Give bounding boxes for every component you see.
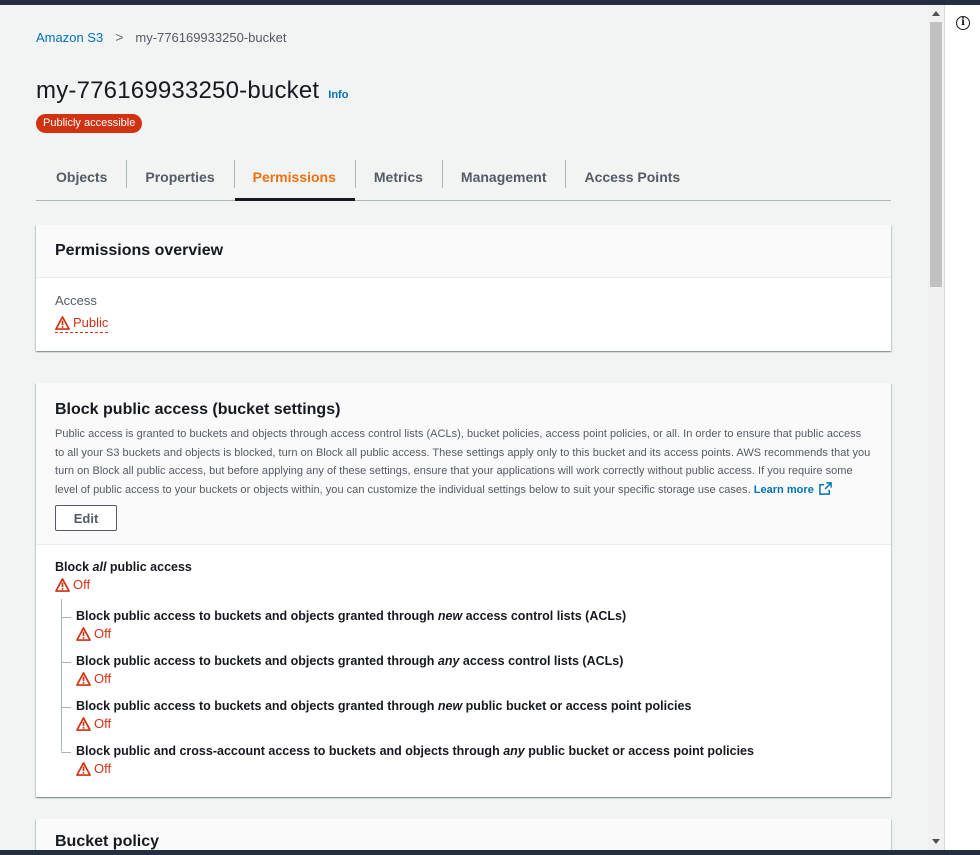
block-public-access-description: Public access is granted to buckets and … — [55, 425, 872, 499]
setting-title: Block public access to buckets and objec… — [76, 699, 691, 713]
setting-new-policies: Block public access to buckets and objec… — [61, 699, 691, 731]
setting-title-em: new — [437, 699, 463, 713]
block-all-title-em: all — [92, 560, 107, 574]
setting-new-acls: Block public access to buckets and objec… — [61, 609, 626, 641]
info-link[interactable]: Info — [328, 89, 348, 101]
status-indicator: Off — [76, 716, 691, 731]
bucket-policy-header: Bucket policy — [36, 819, 891, 850]
setting-title-post: public bucket or access point policies — [524, 744, 754, 758]
setting-title-em: any — [437, 654, 460, 668]
tab-metrics[interactable]: Metrics — [354, 153, 442, 200]
external-link-icon[interactable] — [819, 481, 832, 495]
permissions-overview-title: Permissions overview — [55, 242, 224, 259]
status-indicator: Off — [76, 671, 623, 686]
breadcrumb-current: my-776169933250-bucket — [135, 29, 287, 45]
status-indicator: Off — [55, 577, 192, 592]
setting-title-post: public bucket or access point policies — [462, 699, 692, 713]
access-label: Access — [55, 293, 97, 308]
help-panel-rail: i — [944, 5, 980, 850]
breadcrumb-amazon-s3[interactable]: Amazon S3 — [36, 30, 103, 45]
status-text: Off — [94, 626, 112, 641]
setting-title-post: access control lists (ACLs) — [459, 654, 624, 668]
block-public-access-card: Block public access (bucket settings) Pu… — [36, 383, 891, 797]
warning-triangle-icon — [76, 671, 91, 686]
status-indicator: Off — [76, 626, 626, 641]
tab-properties[interactable]: Properties — [126, 153, 233, 200]
setting-title-pre: Block public and cross-account access to… — [76, 744, 504, 758]
warning-triangle-icon — [55, 315, 70, 330]
access-public-link[interactable]: Public — [55, 315, 109, 333]
edit-button[interactable]: Edit — [55, 505, 117, 531]
block-all-public-access-setting: Block all public access Off — [55, 560, 192, 592]
permissions-overview-header: Permissions overview — [36, 225, 891, 278]
setting-title: Block public and cross-account access to… — [76, 744, 754, 758]
tab-access-points[interactable]: Access Points — [565, 153, 699, 200]
bucket-policy-card: Bucket policy — [36, 819, 891, 850]
tab-bar: Objects Properties Permissions Metrics M… — [36, 153, 891, 201]
publicly-accessible-badge: Publicly accessible — [36, 114, 143, 133]
breadcrumb: Amazon S3 > my-776169933250-bucket — [36, 29, 286, 45]
setting-title-post: access control lists (ACLs) — [462, 609, 627, 623]
page-title: my-776169933250-bucket — [36, 77, 320, 104]
tab-management[interactable]: Management — [441, 153, 566, 200]
access-value: Public — [73, 315, 109, 330]
setting-any-acls: Block public access to buckets and objec… — [61, 654, 623, 686]
tab-objects[interactable]: Objects — [36, 153, 126, 200]
browser-viewport: Amazon S3 > my-776169933250-bucket my-77… — [0, 5, 980, 850]
page-header: my-776169933250-bucket Info — [36, 77, 348, 105]
description-text: Public access is granted to buckets and … — [55, 428, 871, 496]
status-indicator: Off — [76, 761, 754, 776]
status-text: Off — [94, 716, 112, 731]
warning-triangle-icon — [76, 626, 91, 641]
setting-title-em: new — [437, 609, 463, 623]
warning-triangle-icon — [76, 716, 91, 731]
block-all-title-post: public access — [106, 560, 192, 574]
info-circle-icon[interactable]: i — [956, 16, 970, 30]
setting-title-pre: Block public access to buckets and objec… — [76, 699, 438, 713]
scrollbar-thumb[interactable] — [930, 22, 942, 287]
vertical-scrollbar[interactable] — [928, 5, 944, 850]
setting-title: Block public access to buckets and objec… — [76, 609, 626, 623]
warning-triangle-icon — [55, 577, 70, 592]
setting-title: Block public access to buckets and objec… — [76, 654, 623, 668]
tab-permissions[interactable]: Permissions — [233, 153, 356, 201]
warning-triangle-icon — [76, 761, 91, 776]
block-all-title-pre: Block — [55, 560, 93, 574]
breadcrumb-separator-icon: > — [115, 29, 124, 45]
status-text: Off — [73, 577, 91, 592]
learn-more-link[interactable]: Learn more — [754, 484, 814, 496]
setting-title-pre: Block public access to buckets and objec… — [76, 609, 438, 623]
bucket-policy-title: Bucket policy — [55, 833, 160, 850]
permissions-overview-body: Access Public — [36, 278, 891, 350]
setting-title-pre: Block public access to buckets and objec… — [76, 654, 438, 668]
permissions-overview-card: Permissions overview Access Public — [36, 225, 891, 351]
status-text: Off — [94, 671, 112, 686]
block-all-title: Block all public access — [55, 560, 192, 574]
main-content: Amazon S3 > my-776169933250-bucket my-77… — [0, 5, 928, 850]
setting-title-em: any — [503, 744, 525, 758]
scroll-down-arrow-icon[interactable] — [932, 839, 940, 844]
setting-any-policies: Block public and cross-account access to… — [61, 744, 754, 776]
scroll-up-arrow-icon[interactable] — [932, 11, 940, 16]
block-public-access-title: Block public access (bucket settings) — [55, 401, 341, 418]
status-text: Off — [94, 761, 112, 776]
block-public-access-header: Block public access (bucket settings) Pu… — [36, 383, 891, 545]
